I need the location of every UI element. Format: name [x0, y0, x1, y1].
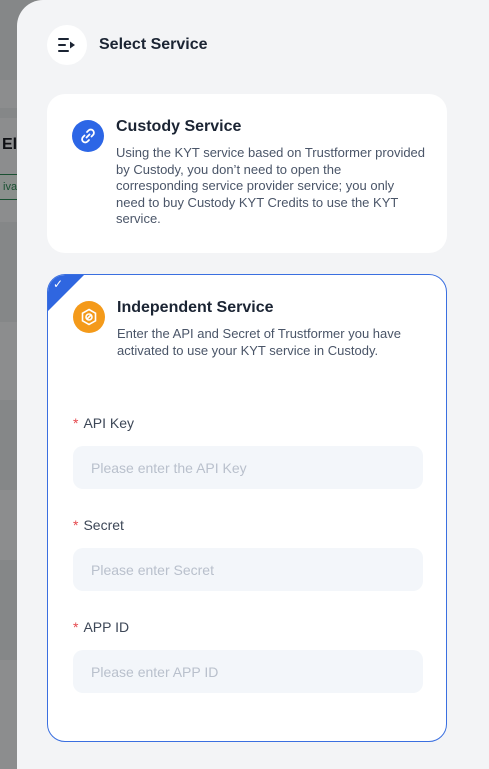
menu-collapse-icon[interactable]: [47, 25, 87, 65]
custody-service-option[interactable]: Custody Service Using the KYT service ba…: [47, 94, 447, 253]
secret-input[interactable]: [73, 548, 423, 591]
link-icon: [72, 120, 104, 152]
app-id-input[interactable]: [73, 650, 423, 693]
select-service-drawer: Select Service Custody Service Using the…: [17, 0, 489, 769]
api-key-label-text: API Key: [83, 415, 135, 431]
api-key-input[interactable]: [73, 446, 423, 489]
drawer-header: Select Service: [47, 25, 208, 65]
required-mark: *: [73, 415, 79, 431]
checkmark-icon: ✓: [53, 277, 64, 291]
custody-service-title: Custody Service: [116, 118, 242, 135]
drawer-title: Select Service: [99, 36, 208, 53]
secret-label: * Secret: [73, 517, 124, 533]
custody-service-description: Using the KYT service based on Trustform…: [116, 145, 426, 226]
independent-service-option[interactable]: ✓ Independent Service Enter the API and …: [47, 274, 447, 742]
required-mark: *: [73, 619, 79, 635]
app-id-label-text: APP ID: [83, 619, 130, 635]
secret-label-text: Secret: [83, 517, 124, 533]
app-id-label: * APP ID: [73, 619, 129, 635]
independent-service-title: Independent Service: [117, 299, 274, 316]
hexagon-token-icon: [73, 301, 105, 333]
required-mark: *: [73, 517, 79, 533]
independent-service-description: Enter the API and Secret of Trustformer …: [117, 326, 401, 358]
api-key-label: * API Key: [73, 415, 134, 431]
